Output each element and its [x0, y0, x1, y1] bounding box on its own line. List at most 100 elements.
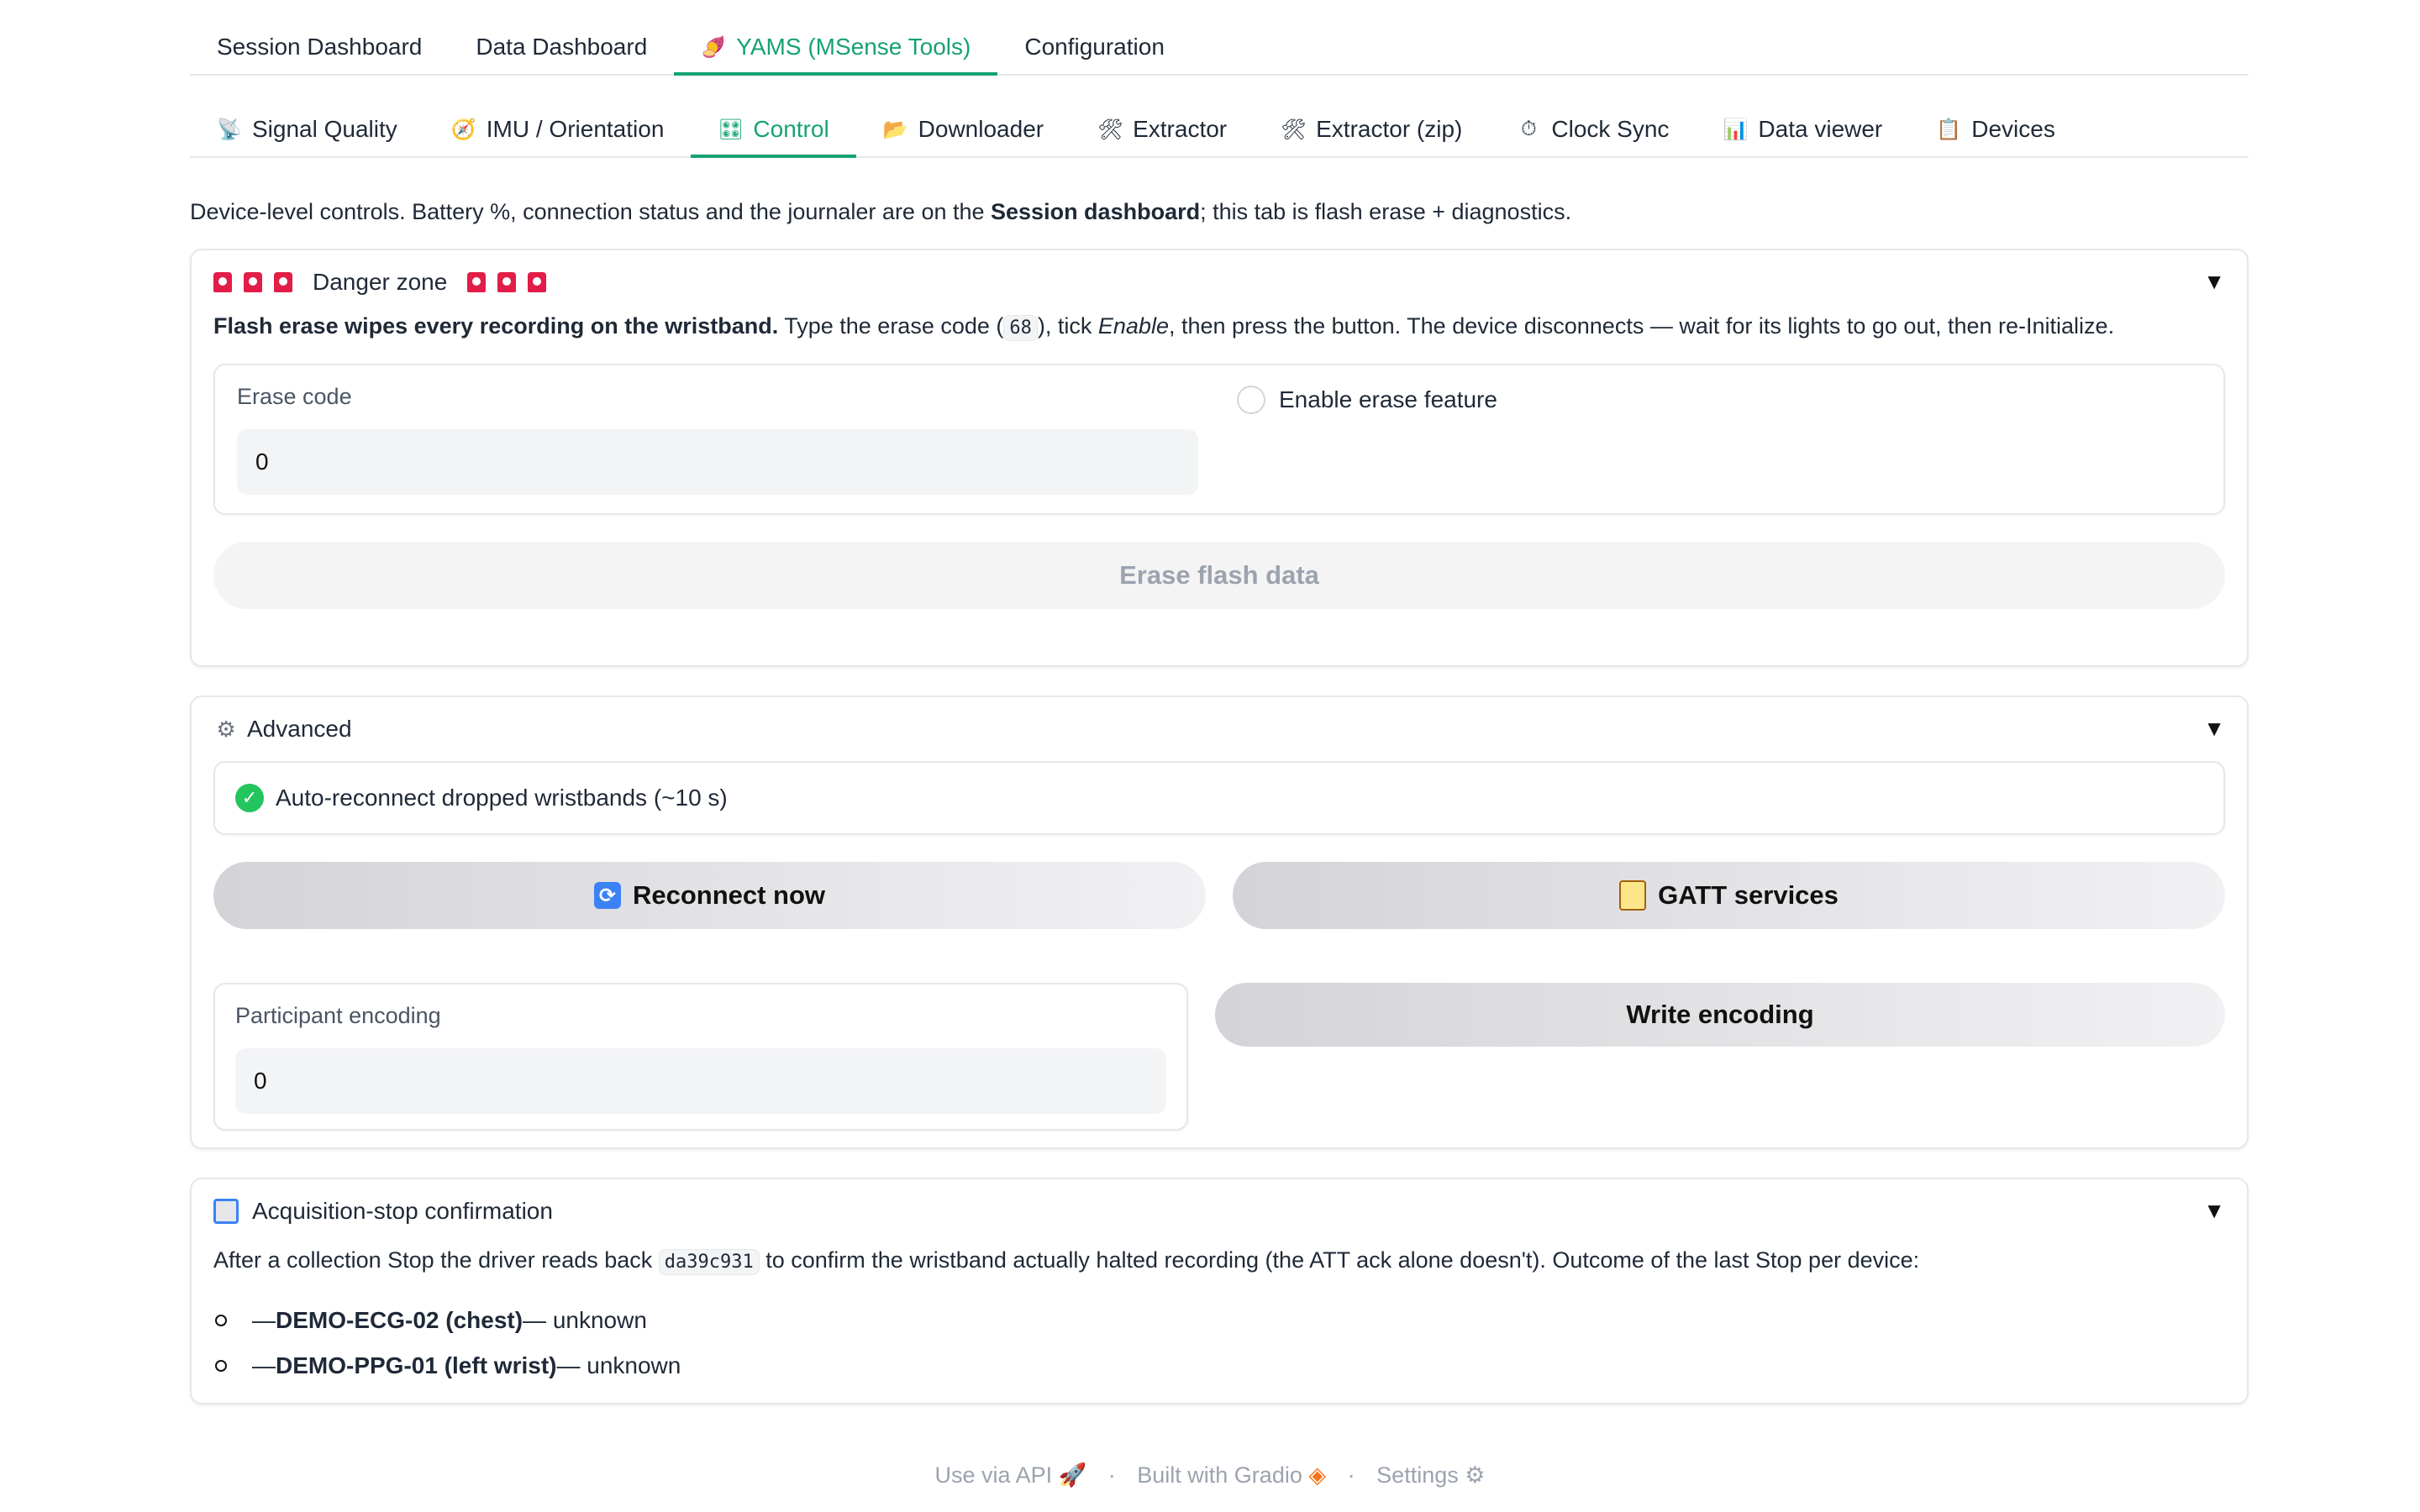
erase-code-hint: 68: [1003, 315, 1038, 341]
acquisition-stop-header[interactable]: Acquisition-stop confirmation: [213, 1179, 2225, 1243]
write-encoding-button[interactable]: Write encoding: [1215, 983, 2225, 1047]
tab-session-dashboard[interactable]: Session Dashboard: [190, 34, 449, 76]
reconnect-now-button[interactable]: ⟳ Reconnect now: [213, 862, 1206, 929]
danger-zone-title: Danger zone: [313, 269, 448, 295]
tab-yams[interactable]: 🍠 YAMS (MSense Tools): [674, 34, 998, 76]
checkbox-circle-icon[interactable]: [1237, 386, 1265, 414]
siren-icon: [467, 272, 487, 292]
gear-icon: ⚙: [1465, 1462, 1486, 1488]
bar-chart-icon: 📊: [1723, 118, 1749, 141]
tools-icon: 🛠: [1097, 118, 1123, 141]
gatt-services-button[interactable]: GATT services: [1233, 862, 2225, 929]
intro-bold: Session dashboard: [991, 199, 1201, 224]
auto-reconnect-label: Auto-reconnect dropped wristbands (~10 s…: [276, 785, 728, 811]
collapse-caret-icon[interactable]: ▼: [2203, 1198, 2225, 1224]
tab-label: Configuration: [1024, 34, 1165, 60]
stop-outcome-list: — DEMO-ECG-02 (chest) — unknown — DEMO-P…: [213, 1298, 2225, 1389]
tab-signal-quality[interactable]: 📡 Signal Quality: [190, 116, 424, 158]
tab-clock-sync[interactable]: ⏱ Clock Sync: [1489, 116, 1696, 158]
tab-extractor[interactable]: 🛠 Extractor: [1071, 116, 1254, 158]
item-prefix: —: [252, 1307, 276, 1333]
tab-label: Data viewer: [1758, 116, 1883, 142]
bullet-icon: [215, 1360, 227, 1372]
warning-bold: Flash erase wipes every recording on the…: [213, 313, 779, 339]
gradio-logo-icon: ◈: [1308, 1462, 1327, 1488]
siren-icon: [244, 272, 262, 292]
built-with-gradio-link[interactable]: Built with Gradio ◈: [1137, 1462, 1326, 1488]
tab-label: Control: [753, 116, 829, 142]
danger-warning-text: Flash erase wipes every recording on the…: [213, 309, 2225, 345]
warning-post: , then press the button. The device disc…: [1168, 313, 2115, 339]
tab-label: IMU / Orientation: [486, 116, 665, 142]
erase-code-label: Erase code: [237, 384, 352, 409]
tab-label: Data Dashboard: [476, 34, 648, 60]
control-knobs-icon: 🎛: [718, 118, 744, 141]
stopwatch-icon: ⏱: [1521, 118, 1537, 140]
footer-separator: ·: [1347, 1462, 1355, 1488]
collapse-caret-icon[interactable]: ▼: [2203, 716, 2225, 742]
clipboard-icon: [1619, 880, 1647, 911]
settings-label: Settings: [1376, 1462, 1459, 1488]
tab-label: YAMS (MSense Tools): [736, 34, 971, 60]
erase-flash-button[interactable]: Erase flash data: [213, 542, 2225, 609]
acq-text-post: to confirm the wristband actually halted…: [759, 1247, 1920, 1273]
tab-label: Clock Sync: [1551, 116, 1670, 142]
tab-control[interactable]: 🎛 Control: [691, 116, 856, 158]
advanced-button-row: ⟳ Reconnect now GATT services: [213, 862, 2225, 929]
tab-data-dashboard[interactable]: Data Dashboard: [449, 34, 674, 76]
warning-mid: ), tick: [1037, 313, 1098, 339]
footer-separator: ·: [1107, 1462, 1116, 1488]
tab-data-viewer[interactable]: 📊 Data viewer: [1696, 116, 1909, 158]
device-status: — unknown: [556, 1352, 681, 1378]
reconnect-label: Reconnect now: [632, 880, 826, 910]
advanced-accordion: ⚙ Advanced ▼ ✓ Auto-reconnect dropped wr…: [190, 696, 2249, 1149]
tab-configuration[interactable]: Configuration: [997, 34, 1192, 76]
tools-icon: 🛠: [1281, 118, 1307, 141]
siren-icon: [528, 272, 547, 292]
device-status: — unknown: [523, 1307, 647, 1333]
warning-em: Enable: [1097, 313, 1169, 339]
tab-label: Extractor: [1133, 116, 1228, 142]
sub-tab-bar: 📡 Signal Quality 🧭 IMU / Orientation 🎛 Cont…: [190, 76, 2249, 158]
compass-icon: 🧭: [450, 118, 476, 141]
settings-link[interactable]: Settings ⚙: [1376, 1462, 1485, 1488]
tab-downloader[interactable]: 📂 Downloader: [856, 116, 1071, 158]
app-page: Session Dashboard Data Dashboard 🍠 YAMS (…: [190, 0, 2249, 1404]
encoding-row: Participant encoding 0 Write encoding: [213, 983, 2225, 1131]
device-name: DEMO-ECG-02 (chest): [276, 1307, 523, 1333]
gradio-label: Built with Gradio: [1137, 1462, 1302, 1488]
danger-zone-header[interactable]: Danger zone: [213, 250, 2225, 314]
tab-devices[interactable]: 📋 Devices: [1909, 116, 2082, 158]
collapse-caret-icon[interactable]: ▼: [2203, 269, 2225, 295]
tab-label: Extractor (zip): [1316, 116, 1463, 142]
gear-icon: ⚙: [216, 716, 236, 742]
tab-label: Downloader: [918, 116, 1044, 142]
folder-icon: 📂: [882, 118, 908, 141]
acquisition-stop-accordion: Acquisition-stop confirmation ▼ After a …: [190, 1178, 2249, 1404]
top-tab-bar: Session Dashboard Data Dashboard 🍠 YAMS (…: [190, 0, 2249, 76]
acq-text-pre: After a collection Stop the driver reads…: [213, 1247, 659, 1273]
device-name: DEMO-PPG-01 (left wrist): [276, 1352, 557, 1378]
advanced-header[interactable]: ⚙ Advanced: [213, 697, 2225, 761]
intro-post: ; this tab is flash erase + diagnostics.: [1200, 199, 1572, 224]
encoding-label: Participant encoding: [235, 1003, 441, 1028]
enable-erase-checkbox[interactable]: Enable erase feature: [1237, 386, 1497, 414]
erase-code-input[interactable]: 0: [237, 429, 1198, 495]
warning-pre: Type the erase code (: [778, 313, 1004, 339]
refresh-icon: ⟳: [593, 882, 621, 909]
danger-zone-accordion: Danger zone ▼ Flash erase wipes every re…: [190, 249, 2249, 667]
use-via-api-link[interactable]: Use via API 🚀: [935, 1462, 1087, 1488]
footer: Use via API 🚀 · Built with Gradio ◈ · Se…: [0, 1462, 2420, 1488]
item-prefix: —: [252, 1352, 276, 1378]
acquisition-stop-text: After a collection Stop the driver reads…: [213, 1243, 2225, 1279]
list-item: — DEMO-ECG-02 (chest) — unknown: [213, 1298, 2225, 1343]
check-icon[interactable]: ✓: [235, 784, 264, 812]
tab-extractor-zip[interactable]: 🛠 Extractor (zip): [1254, 116, 1489, 158]
participant-encoding-box: Participant encoding 0: [213, 983, 1188, 1131]
clipboard-icon: 📋: [1936, 118, 1962, 141]
siren-icon: [213, 272, 232, 292]
tab-imu-orientation[interactable]: 🧭 IMU / Orientation: [424, 116, 692, 158]
intro-text: Device-level controls. Battery %, connec…: [190, 195, 2249, 228]
auto-reconnect-checkbox[interactable]: ✓ Auto-reconnect dropped wristbands (~10…: [213, 761, 2225, 835]
participant-encoding-input[interactable]: 0: [235, 1048, 1166, 1114]
